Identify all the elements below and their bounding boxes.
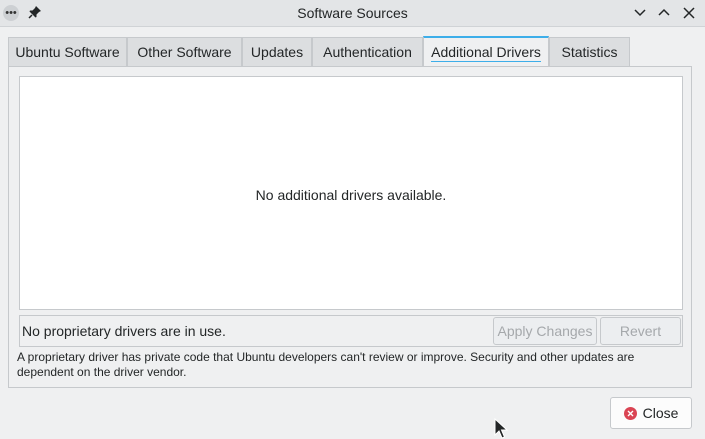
- tab-label: Authentication: [323, 44, 412, 60]
- driver-status-bar: No proprietary drivers are in use. Apply…: [19, 315, 683, 347]
- empty-message: No additional drivers available.: [255, 187, 447, 203]
- additional-drivers-panel: No additional drivers available. No prop…: [8, 66, 692, 388]
- close-button-label: Close: [642, 405, 679, 421]
- window-title: Software Sources: [297, 5, 408, 21]
- mouse-cursor-icon: [494, 418, 508, 439]
- close-circle-icon: [623, 406, 637, 420]
- tab-authentication[interactable]: Authentication: [312, 37, 423, 66]
- tab-other-software[interactable]: Other Software: [127, 37, 242, 66]
- driver-status-text: No proprietary drivers are in use.: [22, 323, 226, 339]
- title-bar: ••• Software Sources: [0, 0, 705, 27]
- tab-label: Additional Drivers: [431, 43, 541, 62]
- drivers-list[interactable]: No additional drivers available.: [19, 76, 683, 310]
- tab-label: Ubuntu Software: [15, 44, 120, 60]
- tab-label: Other Software: [137, 44, 232, 60]
- tab-updates[interactable]: Updates: [242, 37, 312, 66]
- tab-label: Updates: [250, 44, 304, 60]
- apply-changes-button[interactable]: Apply Changes: [493, 317, 597, 345]
- maximize-icon[interactable]: [655, 4, 673, 22]
- close-button[interactable]: Close: [610, 397, 692, 429]
- tab-additional-drivers[interactable]: Additional Drivers: [423, 36, 549, 67]
- tab-ubuntu-software[interactable]: Ubuntu Software: [8, 37, 127, 66]
- revert-button[interactable]: Revert: [600, 317, 681, 345]
- minimize-icon[interactable]: [631, 4, 649, 22]
- proprietary-driver-info: A proprietary driver has private code th…: [17, 350, 635, 379]
- tab-statistics[interactable]: Statistics: [549, 37, 630, 66]
- tab-label: Statistics: [561, 44, 618, 60]
- close-window-icon[interactable]: [680, 4, 698, 22]
